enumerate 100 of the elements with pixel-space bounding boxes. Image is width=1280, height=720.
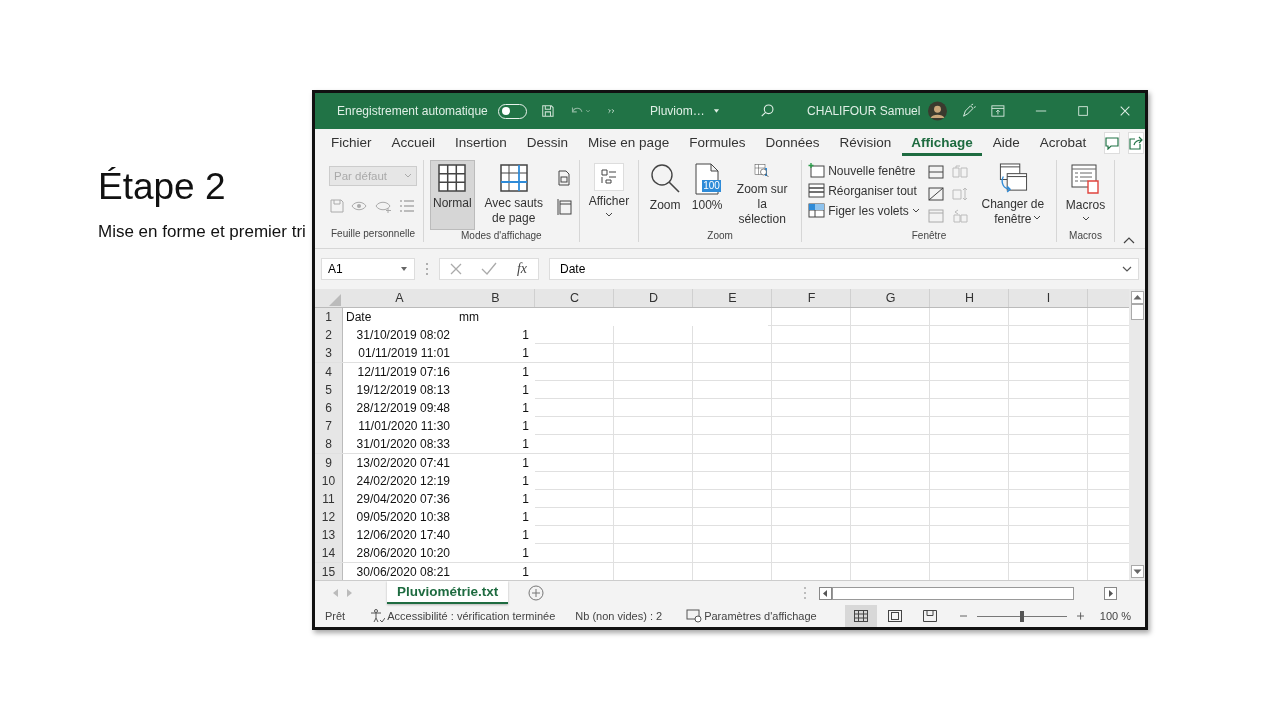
formula-input[interactable]: Date: [549, 258, 1139, 280]
ribbon-tab[interactable]: Aide: [983, 130, 1029, 156]
row-header[interactable]: 14: [315, 544, 343, 563]
zoom-selection-button[interactable]: Zoom sur la sélection: [729, 160, 796, 230]
ribbon-tab[interactable]: Acrobat: [1030, 130, 1096, 156]
horizontal-scrollbar[interactable]: [819, 585, 1119, 601]
arrange-all-button[interactable]: Réorganiser tout: [808, 182, 920, 199]
ribbon-tab[interactable]: Affichage: [902, 130, 982, 156]
scroll-down-button[interactable]: [1130, 565, 1144, 578]
column-header[interactable]: C: [535, 289, 614, 308]
name-box[interactable]: A1: [321, 258, 415, 280]
group-label: Modes d'affichage: [461, 230, 542, 242]
collapse-ribbon-icon[interactable]: [1123, 236, 1135, 244]
row-header[interactable]: 13: [315, 526, 343, 545]
insert-function-button[interactable]: fx: [514, 261, 529, 277]
count-text: Nb (non vides) : 2: [575, 610, 663, 622]
page-break-view-button[interactable]: Avec sauts de page: [476, 160, 551, 230]
freeze-panes-button[interactable]: Figer les volets: [808, 202, 920, 219]
grid-icon: [853, 610, 868, 622]
save-icon[interactable]: [541, 103, 556, 119]
zoom-out-icon[interactable]: [959, 612, 967, 620]
new-window-icon: [808, 163, 826, 178]
new-window-button[interactable]: Nouvelle fenêtre: [808, 162, 920, 179]
magnifier-icon: [649, 163, 682, 195]
scroll-thumb[interactable]: [1130, 304, 1144, 320]
column-header[interactable]: F: [772, 289, 851, 308]
row-header[interactable]: 15: [315, 562, 343, 580]
options-icon: [593, 163, 624, 191]
eye-plus-icon[interactable]: [375, 199, 393, 213]
accessibility-button[interactable]: Accessibilité : vérification terminée: [369, 609, 556, 623]
page-icon[interactable]: [556, 170, 571, 186]
vertical-scrollbar[interactable]: [1129, 289, 1145, 580]
file-name[interactable]: Pluviom…: [649, 104, 705, 118]
maximize-icon[interactable]: [1076, 104, 1089, 118]
row-header[interactable]: 12: [315, 508, 343, 527]
grip-icon[interactable]: [425, 262, 429, 276]
comments-button[interactable]: [1104, 132, 1121, 154]
share-icon: [1129, 136, 1144, 150]
ribbon-tab[interactable]: Données: [756, 130, 829, 156]
zoom-100-button[interactable]: 100 100%: [687, 160, 728, 230]
row-header[interactable]: 9: [315, 453, 343, 472]
scroll-thumb[interactable]: [832, 586, 1074, 600]
page-layout-icon[interactable]: [556, 198, 573, 216]
check-icon[interactable]: [480, 262, 497, 276]
normal-view-button[interactable]: [844, 605, 878, 627]
zoom-slider-thumb[interactable]: [1019, 610, 1024, 622]
chevron-icon: [1081, 216, 1090, 222]
avatar-icon[interactable]: [928, 100, 948, 122]
share-button[interactable]: [1128, 132, 1145, 154]
grip-icon[interactable]: [803, 586, 807, 600]
column-header[interactable]: H: [930, 289, 1009, 308]
ribbon-tab[interactable]: Dessin: [517, 130, 578, 156]
row-header[interactable]: 1: [315, 308, 343, 326]
slide-subtitle: Mise en forme et premier tri: [98, 222, 306, 242]
switch-window-button[interactable]: Changer de fenêtre: [975, 160, 1050, 230]
hide-icon[interactable]: [927, 187, 944, 201]
row-header[interactable]: 8: [315, 435, 343, 454]
show-button[interactable]: Afficher: [585, 160, 633, 230]
ribbon-display-icon[interactable]: [991, 104, 1005, 118]
sheet-tab[interactable]: Pluviométrie.txt: [387, 580, 509, 604]
grid-icon: [437, 163, 468, 193]
normal-view-button[interactable]: Normal: [430, 160, 475, 230]
ribbon-tab[interactable]: Accueil: [382, 130, 445, 156]
pen-icon[interactable]: [961, 102, 977, 120]
column-header[interactable]: E: [693, 289, 772, 308]
zoom-badge: 100: [702, 180, 721, 192]
cancel-icon[interactable]: [448, 262, 463, 276]
ribbon-tab[interactable]: Mise en page: [579, 130, 679, 156]
table-cell: 1: [456, 453, 535, 472]
column-header[interactable]: A: [343, 289, 456, 308]
scroll-up-button[interactable]: [1130, 291, 1144, 304]
column-header[interactable]: G: [851, 289, 930, 308]
column-header[interactable]: D: [614, 289, 693, 308]
ribbon-tab[interactable]: Formules: [680, 130, 755, 156]
column-header[interactable]: I: [1009, 289, 1088, 308]
scroll-left-button[interactable]: [819, 586, 832, 600]
caret-icon: [400, 266, 408, 272]
zoom-in-icon[interactable]: [1076, 612, 1084, 620]
zoom-percent[interactable]: 100 %: [1099, 610, 1131, 622]
eye-icon[interactable]: [351, 199, 369, 213]
row-header[interactable]: 3: [315, 344, 343, 363]
scroll-right-button[interactable]: [1104, 586, 1117, 600]
split-icon[interactable]: [927, 165, 944, 179]
slide-title: Étape 2: [98, 166, 226, 208]
zoom-button[interactable]: Zoom: [645, 160, 686, 230]
macros-button[interactable]: Macros: [1062, 160, 1109, 230]
row-header[interactable]: 7: [315, 417, 343, 436]
freeze-panes-icon: [808, 203, 826, 218]
ribbon-tab[interactable]: Insertion: [446, 130, 516, 156]
caret-icon[interactable]: [712, 108, 720, 114]
close-icon[interactable]: [1118, 104, 1132, 118]
display-settings-button[interactable]: Paramètres d'affichage: [686, 609, 817, 623]
row-header[interactable]: 2: [315, 326, 343, 345]
table-cell: 1: [456, 417, 535, 436]
ribbon-tab[interactable]: Révision: [830, 130, 901, 156]
row-header[interactable]: 4: [315, 362, 343, 381]
column-header[interactable]: B: [456, 289, 535, 308]
table-cell: 1: [456, 526, 535, 545]
ribbon-tab[interactable]: Fichier: [322, 130, 381, 156]
add-sheet-icon[interactable]: [528, 585, 545, 601]
